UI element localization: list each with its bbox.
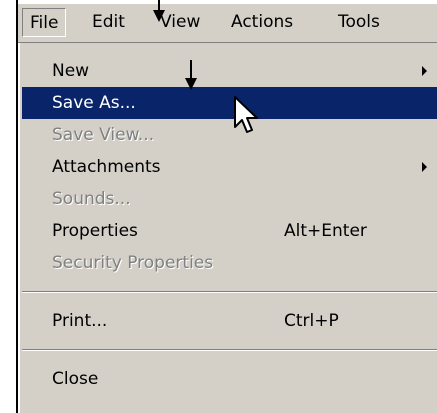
menu-item-attachments[interactable]: Attachments bbox=[22, 151, 437, 183]
menu-item-properties[interactable]: Properties Alt+Enter bbox=[22, 215, 437, 247]
menu-file[interactable]: File bbox=[22, 8, 67, 37]
menu-tools[interactable]: Tools bbox=[331, 8, 387, 37]
menu-bar: File Edit View Actions Tools bbox=[18, 4, 437, 43]
menu-item-sounds[interactable]: Sounds... bbox=[22, 183, 437, 215]
menu-item-save-view-label: Save View... bbox=[52, 125, 155, 145]
menu-item-save-as-label: Save As... bbox=[52, 93, 136, 113]
submenu-arrow-icon bbox=[422, 66, 427, 76]
menu-item-properties-shortcut: Alt+Enter bbox=[284, 221, 367, 241]
menu-actions-label: Actions bbox=[231, 12, 294, 32]
menu-item-save-as[interactable]: Save As... bbox=[22, 87, 437, 119]
menu-item-save-view[interactable]: Save View... bbox=[22, 119, 437, 151]
annotation-arrow-line bbox=[190, 60, 192, 80]
annotation-arrow-icon bbox=[185, 78, 197, 90]
menu-separator bbox=[22, 349, 437, 351]
menu-item-attachments-label: Attachments bbox=[52, 157, 161, 177]
menu-item-sounds-label: Sounds... bbox=[52, 189, 131, 209]
menu-item-security-properties[interactable]: Security Properties bbox=[22, 247, 437, 279]
menu-edit-label: Edit bbox=[92, 12, 125, 32]
menu-tools-label: Tools bbox=[338, 12, 380, 32]
menu-item-print-label: Print... bbox=[52, 311, 108, 331]
annotation-arrow-icon bbox=[153, 10, 165, 22]
menu-separator bbox=[22, 291, 437, 293]
menu-item-properties-label: Properties bbox=[52, 221, 138, 241]
menu-edit[interactable]: Edit bbox=[85, 8, 132, 37]
menu-item-new-label: New bbox=[52, 61, 90, 81]
menu-item-print[interactable]: Print... Ctrl+P bbox=[22, 305, 437, 337]
menu-item-security-properties-label: Security Properties bbox=[52, 253, 214, 273]
menu-item-close-label: Close bbox=[52, 369, 99, 389]
menu-actions[interactable]: Actions bbox=[224, 8, 300, 37]
menu-item-new[interactable]: New bbox=[22, 55, 437, 87]
submenu-arrow-icon bbox=[422, 162, 427, 172]
menu-item-print-shortcut: Ctrl+P bbox=[284, 311, 339, 331]
menu-item-close[interactable]: Close bbox=[22, 363, 437, 395]
menu-file-label: File bbox=[30, 13, 59, 33]
file-menu-dropdown: New Save As... Save View... Attachments … bbox=[18, 43, 437, 413]
menu-view-label: View bbox=[160, 12, 201, 32]
mouse-pointer-icon bbox=[234, 96, 258, 133]
